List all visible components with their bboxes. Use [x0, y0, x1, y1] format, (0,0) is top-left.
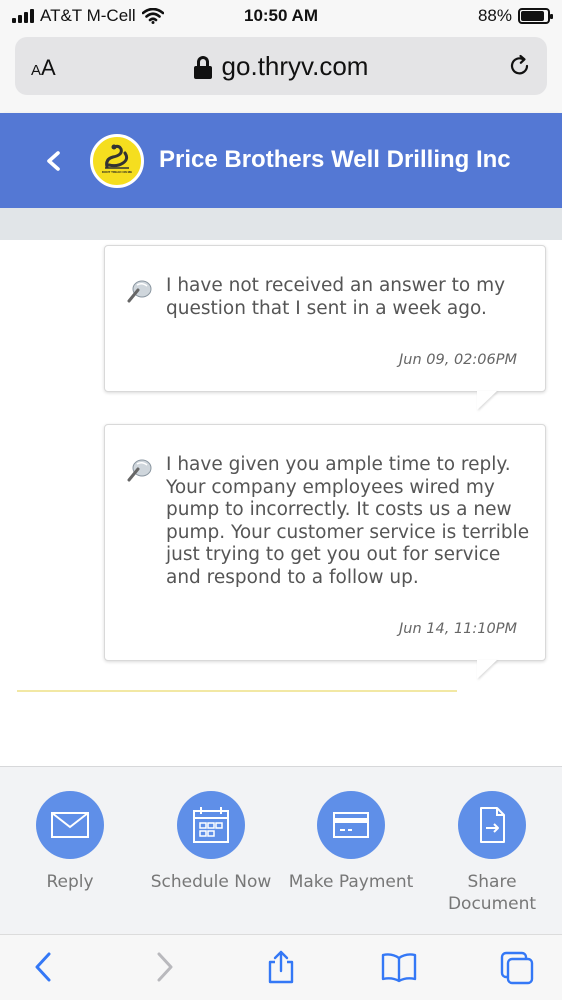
mail-icon: [51, 812, 89, 838]
back-chevron-icon[interactable]: [44, 151, 64, 171]
schedule-now-button[interactable]: [177, 791, 245, 859]
status-right: 88%: [477, 6, 553, 26]
share-document-button[interactable]: [458, 791, 526, 859]
message-timestamp: Jun 14, 11:10PM: [399, 621, 517, 637]
schedule-now-label: Schedule Now: [150, 872, 272, 892]
lock-icon: [193, 55, 212, 79]
snake-logo-icon: [105, 144, 129, 169]
tabs-icon[interactable]: [499, 949, 535, 985]
header-divider-band: [0, 208, 562, 240]
reply-action[interactable]: Reply: [0, 791, 140, 893]
reply-button[interactable]: [36, 791, 104, 859]
message-text: I have not received an answer to my ques…: [166, 275, 506, 319]
business-name: Price Brothers Well Drilling Inc: [159, 146, 511, 173]
bubble-tail: [477, 660, 497, 679]
app-header: DONT TREAD ON ME Price Brothers Well Dri…: [0, 113, 562, 208]
message-timestamp: Jun 09, 02:06PM: [399, 352, 517, 368]
url-display[interactable]: go.thryv.com: [15, 51, 547, 82]
make-payment-button[interactable]: [317, 791, 385, 859]
status-bar: AT&T M-Cell 10:50 AM 88%: [0, 0, 562, 34]
browser-address-area: AA go.thryv.com: [0, 34, 562, 114]
schedule-now-action[interactable]: Schedule Now: [141, 791, 281, 893]
make-payment-label: Make Payment: [288, 872, 414, 892]
address-bar[interactable]: AA go.thryv.com: [15, 37, 547, 95]
reply-label: Reply: [46, 872, 94, 892]
reload-icon[interactable]: [507, 53, 533, 79]
business-logo: DONT TREAD ON ME: [90, 134, 144, 188]
share-icon[interactable]: [263, 949, 299, 985]
message-text: I have given you ample time to reply. Yo…: [166, 454, 530, 588]
message-bubble: I have not received an answer to my ques…: [104, 245, 546, 410]
credit-card-icon: [333, 812, 369, 838]
battery-fill: [521, 11, 544, 21]
calendar-icon: [193, 807, 229, 843]
message-author-icon: [127, 280, 152, 303]
browser-back-icon[interactable]: [26, 949, 62, 985]
action-bar: Reply Schedule Now Make Payment Share Do…: [0, 766, 562, 934]
battery-icon: [518, 8, 553, 24]
browser-toolbar: [0, 934, 562, 1000]
message-bubble: I have given you ample time to reply. Yo…: [104, 424, 546, 679]
share-document-action[interactable]: Share Document: [422, 791, 562, 915]
logo-text: DONT TREAD ON ME: [101, 170, 133, 174]
share-document-label: Share Document: [447, 872, 537, 914]
bubble-tail: [477, 391, 497, 410]
message-author-icon: [127, 459, 152, 482]
browser-forward-icon[interactable]: [146, 949, 182, 985]
battery-percent: 88%: [477, 6, 512, 25]
url-text: go.thryv.com: [221, 51, 369, 81]
make-payment-action[interactable]: Make Payment: [281, 791, 421, 893]
bookmarks-icon[interactable]: [381, 949, 417, 985]
conversation-divider: [17, 690, 457, 692]
document-share-icon: [480, 807, 505, 843]
